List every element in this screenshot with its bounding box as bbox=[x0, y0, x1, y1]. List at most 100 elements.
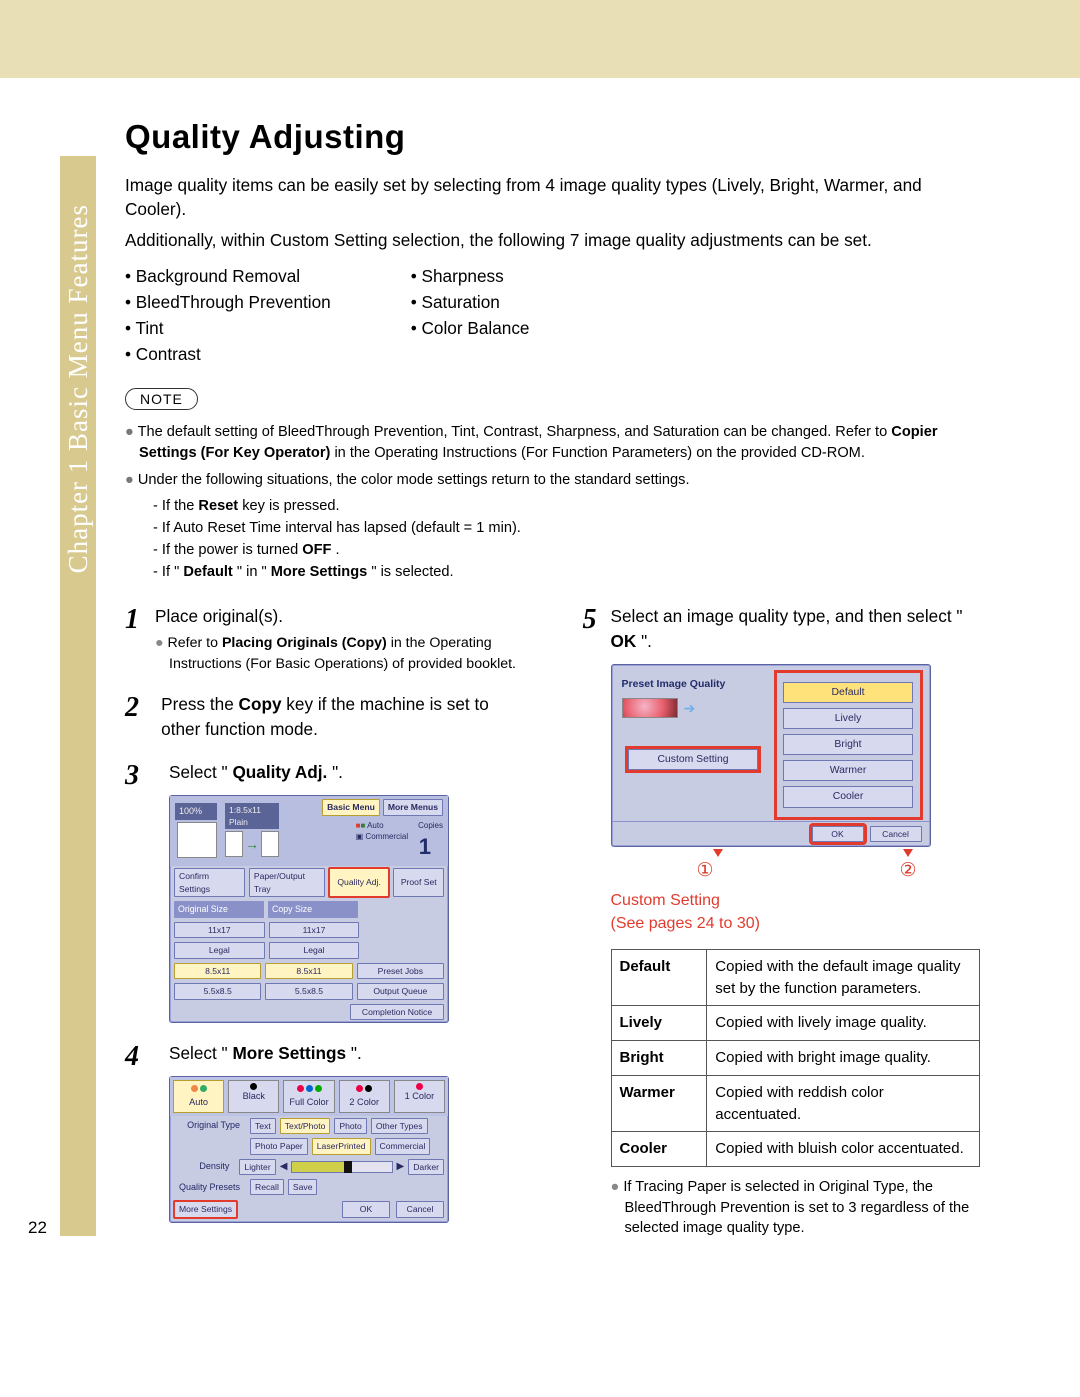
note-sub: - If Auto Reset Time interval has lapsed… bbox=[125, 518, 980, 539]
mode-label: Black bbox=[243, 1090, 265, 1103]
confirm-settings-button[interactable]: Confirm Settings bbox=[174, 868, 245, 897]
step-text: Press the bbox=[161, 694, 238, 714]
step-text-bold: Quality Adj. bbox=[232, 762, 327, 782]
tbl-val: Copied with reddish color accentuated. bbox=[707, 1075, 980, 1132]
size-option[interactable]: 5.5x8.5 bbox=[265, 983, 352, 999]
ok-button[interactable]: OK bbox=[812, 826, 864, 842]
preset-warmer[interactable]: Warmer bbox=[783, 760, 913, 781]
density-slider[interactable] bbox=[291, 1161, 392, 1173]
orig-text[interactable]: Text bbox=[250, 1118, 276, 1134]
completion-notice-button[interactable]: Completion Notice bbox=[350, 1004, 444, 1020]
custom-setting-button[interactable]: Custom Setting bbox=[628, 749, 758, 770]
size-option[interactable]: 8.5x11 bbox=[174, 963, 261, 979]
step-text: ". bbox=[641, 631, 652, 651]
cancel-button[interactable]: Cancel bbox=[396, 1201, 444, 1217]
mode-auto[interactable]: Auto bbox=[173, 1080, 224, 1113]
preset-default[interactable]: Default bbox=[783, 682, 913, 703]
preset-jobs-button[interactable]: Preset Jobs bbox=[357, 963, 444, 979]
orig-type-label: Original Type bbox=[174, 1119, 246, 1132]
step-text: Place original(s). bbox=[155, 604, 522, 629]
note-text: The default setting of BleedThrough Prev… bbox=[138, 424, 892, 440]
preview-swatch bbox=[622, 698, 678, 718]
red-caption: Custom Setting bbox=[611, 892, 720, 909]
preset-bright[interactable]: Bright bbox=[783, 734, 913, 755]
chapter-label: Chapter 1 Basic Menu Features bbox=[62, 204, 94, 573]
arrow-icon: → bbox=[245, 834, 259, 854]
recall-button[interactable]: Recall bbox=[250, 1179, 284, 1195]
mode-1-color[interactable]: 1 Color bbox=[394, 1080, 445, 1113]
ok-button[interactable]: OK bbox=[342, 1201, 390, 1217]
mode-full-color[interactable]: Full Color bbox=[283, 1080, 334, 1113]
size-option[interactable]: 11x17 bbox=[269, 922, 360, 938]
size-option[interactable]: 8.5x11 bbox=[265, 963, 352, 979]
paper-output-tray-button[interactable]: Paper/Output Tray bbox=[249, 868, 325, 897]
lighter-button[interactable]: Lighter bbox=[239, 1159, 275, 1175]
cancel-button[interactable]: Cancel bbox=[870, 826, 922, 842]
adj-item: Tint bbox=[125, 318, 331, 339]
note-sub-bold: OFF bbox=[302, 542, 331, 558]
step-4: 4 Select " More Settings ". Auto Black F… bbox=[125, 1041, 523, 1223]
mode-label: 1 Color bbox=[405, 1090, 435, 1103]
orig-textphoto[interactable]: Text/Photo bbox=[280, 1118, 331, 1134]
mode-2-color[interactable]: 2 Color bbox=[339, 1080, 390, 1113]
quality-adj-button[interactable]: Quality Adj. bbox=[329, 868, 390, 897]
note-text: in the Operating Instructions (For Funct… bbox=[334, 445, 864, 461]
size-option[interactable]: 11x17 bbox=[174, 922, 265, 938]
tbl-key: Lively bbox=[611, 1006, 707, 1041]
tab-basic-menu[interactable]: Basic Menu bbox=[322, 799, 380, 815]
note-sub-bold: Default bbox=[183, 564, 232, 580]
step-subnote-bold: Placing Originals (Copy) bbox=[222, 635, 387, 651]
adj-item: Color Balance bbox=[411, 318, 530, 339]
step-5: 5 Select an image quality type, and then… bbox=[583, 604, 981, 1238]
step-3: 3 Select " Quality Adj. ". 100% bbox=[125, 760, 523, 1023]
tab-more-menus[interactable]: More Menus bbox=[383, 799, 443, 815]
tbl-val: Copied with the default image quality se… bbox=[707, 949, 980, 1006]
step-text: ". bbox=[351, 1043, 362, 1063]
step-text: ". bbox=[332, 762, 343, 782]
note-sub: - If the bbox=[153, 498, 198, 514]
tbl-key: Cooler bbox=[611, 1132, 707, 1167]
note-text: Under the following situations, the colo… bbox=[125, 470, 980, 491]
mode-label: 2 Color bbox=[349, 1096, 379, 1109]
proof-set-button[interactable]: Proof Set bbox=[393, 868, 444, 897]
callout-2: ② bbox=[900, 857, 917, 885]
callout-arrows: ① ② bbox=[611, 849, 981, 885]
callout-1: ① bbox=[697, 857, 714, 885]
more-settings-button[interactable]: More Settings bbox=[174, 1201, 237, 1217]
save-button[interactable]: Save bbox=[288, 1179, 318, 1195]
size-option[interactable]: 5.5x8.5 bbox=[174, 983, 261, 999]
orig-laserprinted[interactable]: LaserPrinted bbox=[312, 1138, 371, 1154]
orig-commercial[interactable]: Commercial bbox=[375, 1138, 431, 1154]
col-copy-size: Copy Size bbox=[268, 901, 358, 918]
step-text: Select " bbox=[169, 1043, 228, 1063]
paper-plain: Plain bbox=[229, 817, 248, 827]
note-sub: . bbox=[336, 542, 340, 558]
preset-quality-panel: Preset Image Quality ➔ Custom Setting De… bbox=[611, 664, 931, 847]
intro-2: Additionally, within Custom Setting sele… bbox=[125, 229, 980, 253]
step-1: 1 Place original(s). Refer to Placing Or… bbox=[125, 604, 523, 674]
orig-photo[interactable]: Photo bbox=[334, 1118, 366, 1134]
orig-photo-paper[interactable]: Photo Paper bbox=[250, 1138, 308, 1154]
preset-cooler[interactable]: Cooler bbox=[783, 786, 913, 807]
orig-other[interactable]: Other Types bbox=[371, 1118, 428, 1134]
step-number: 3 bbox=[125, 760, 155, 1023]
preview-thumb bbox=[177, 822, 217, 858]
step-subnote: Refer to bbox=[168, 635, 222, 651]
adj-item: Background Removal bbox=[125, 266, 331, 287]
tbl-key: Bright bbox=[611, 1041, 707, 1076]
preset-lively[interactable]: Lively bbox=[783, 708, 913, 729]
size-option[interactable]: Legal bbox=[174, 942, 265, 958]
quality-desc-table: DefaultCopied with the default image qua… bbox=[611, 949, 981, 1167]
mode-black[interactable]: Black bbox=[228, 1080, 279, 1113]
density-label: Density bbox=[174, 1160, 235, 1173]
commercial-label: Commercial bbox=[365, 832, 408, 841]
output-queue-button[interactable]: Output Queue bbox=[357, 983, 444, 999]
adj-item: Contrast bbox=[125, 344, 331, 365]
adjustments-columns: Background Removal BleedThrough Preventi… bbox=[125, 261, 980, 370]
note-sub: - If " bbox=[153, 564, 179, 580]
tbl-val: Copied with bright image quality. bbox=[707, 1041, 980, 1076]
darker-button[interactable]: Darker bbox=[408, 1159, 444, 1175]
top-beige-band bbox=[0, 0, 1080, 78]
size-option[interactable]: Legal bbox=[269, 942, 360, 958]
note-sub-bold: Reset bbox=[198, 498, 238, 514]
